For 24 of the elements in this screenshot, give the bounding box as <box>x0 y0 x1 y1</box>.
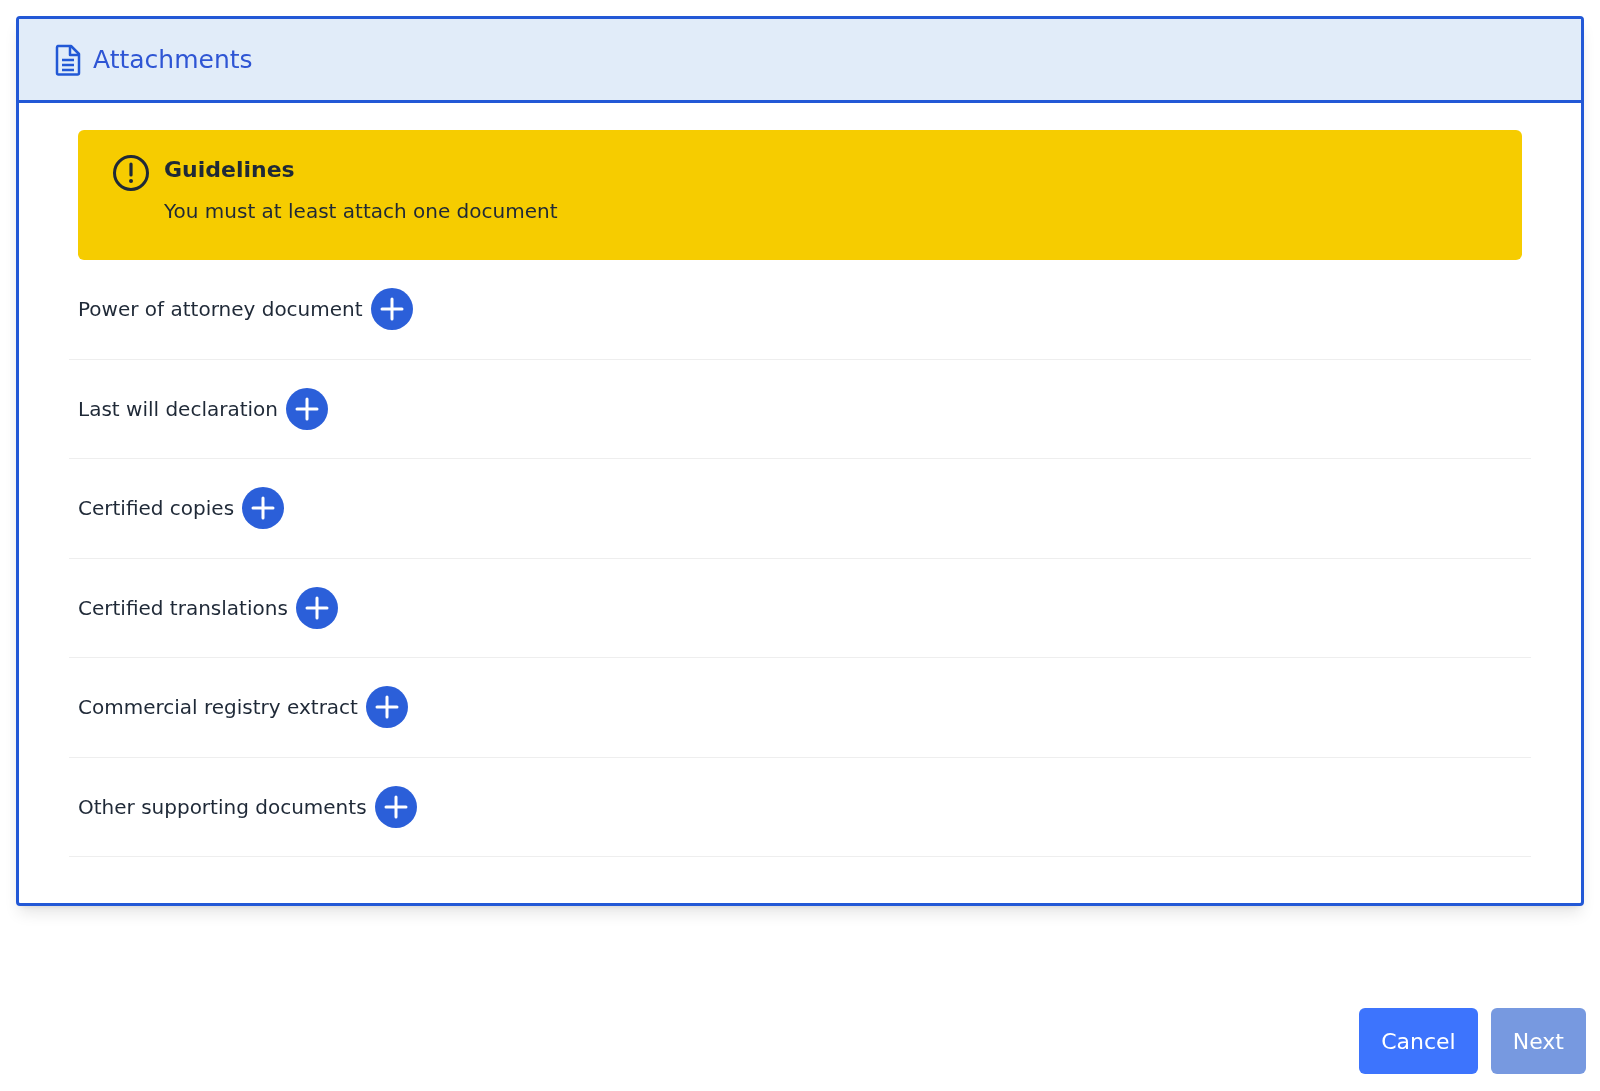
add-attachment-button[interactable] <box>370 288 413 331</box>
plus-icon <box>251 496 276 521</box>
document-icon <box>55 43 81 76</box>
attachment-label: Last will declaration <box>78 395 278 423</box>
cancel-button[interactable]: Cancel <box>1359 1008 1478 1074</box>
add-attachment-button[interactable] <box>286 387 328 430</box>
attachment-label: Commercial registry extract <box>78 694 358 722</box>
attachment-label: Certified translations <box>78 594 288 622</box>
add-attachment-button[interactable] <box>374 785 417 828</box>
plus-icon <box>379 297 404 322</box>
exclamation-icon <box>112 154 150 192</box>
attachment-label: Certified copies <box>78 495 235 523</box>
attachment-label: Power of attorney document <box>78 296 363 324</box>
plus-icon <box>304 595 329 620</box>
panel-title: Attachments <box>93 43 253 76</box>
plus-icon <box>295 396 319 421</box>
plus-icon <box>374 695 399 720</box>
guidelines-title: Guidelines <box>164 156 296 184</box>
attachment-label: Other supporting documents <box>78 793 367 821</box>
add-attachment-button[interactable] <box>295 586 338 629</box>
plus-icon <box>383 794 408 819</box>
add-attachment-button[interactable] <box>242 487 285 530</box>
guidelines-text: You must at least attach one document <box>164 198 558 224</box>
add-attachment-button[interactable] <box>365 686 408 729</box>
